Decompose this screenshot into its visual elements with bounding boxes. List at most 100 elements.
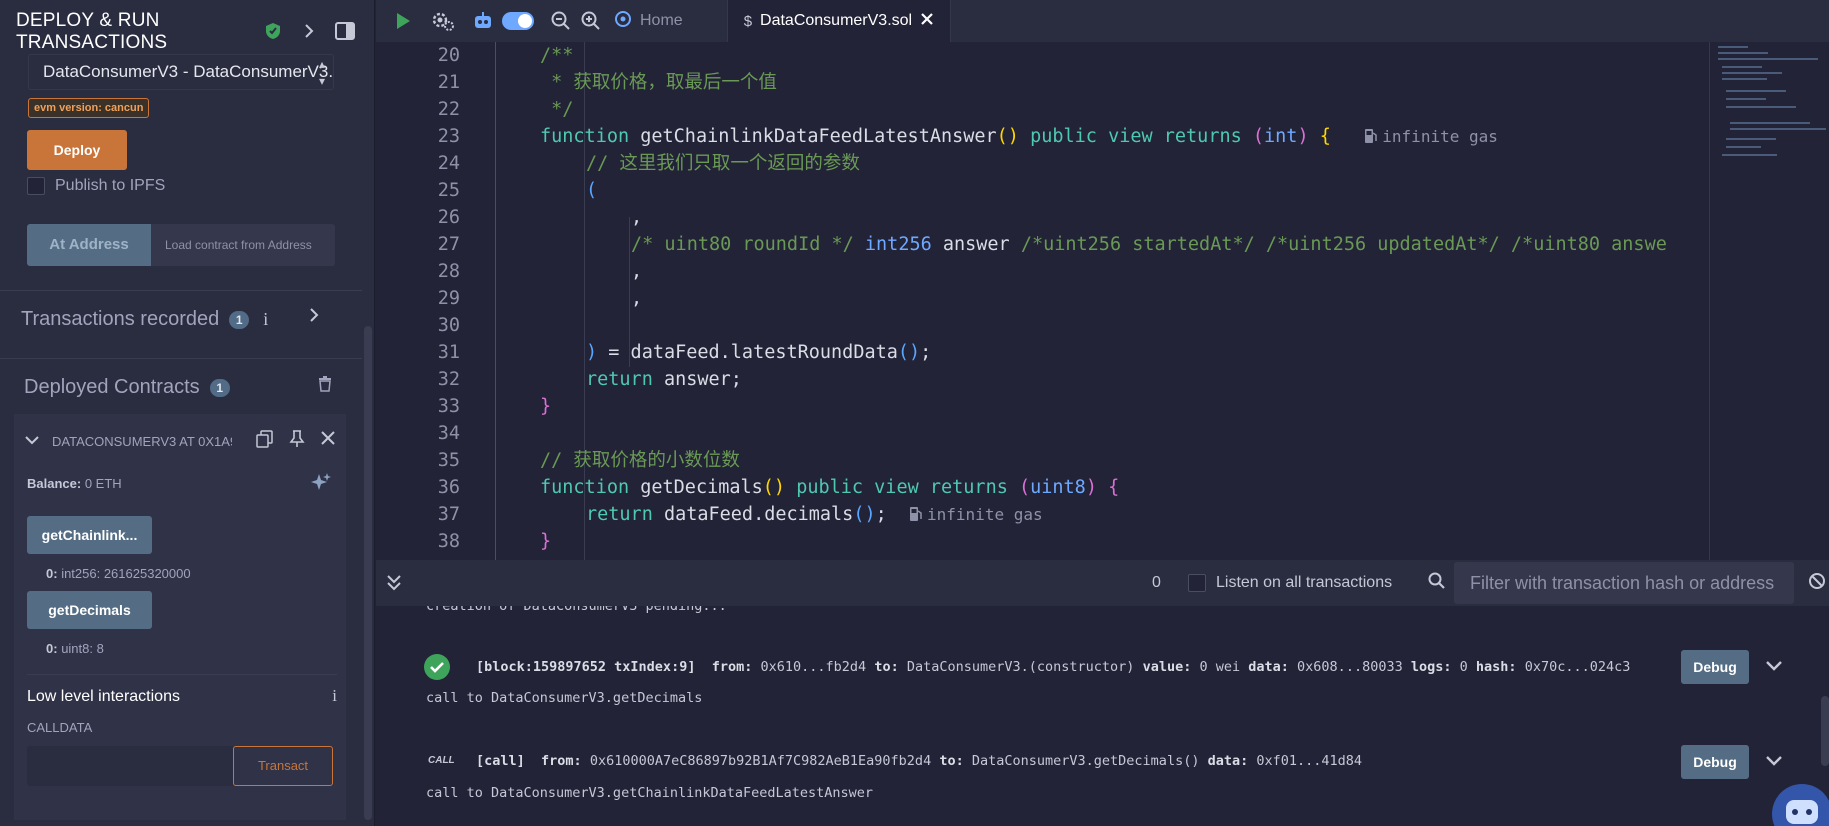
code-line: 30	[376, 312, 1709, 339]
to-label: to:	[874, 659, 899, 675]
code-line: 38}	[376, 528, 1709, 555]
tx-logs: 0	[1459, 659, 1468, 675]
line-number: 21	[437, 72, 460, 93]
ai-toggle-switch[interactable]	[502, 12, 534, 30]
tab-dataconsumer-sol[interactable]: $ DataConsumerV3.sol	[726, 0, 952, 42]
bracket: {	[1319, 126, 1331, 147]
code-line: 29,	[376, 285, 1709, 312]
robot-icon[interactable]	[470, 8, 496, 34]
publish-ipfs-label: Publish to IPFS	[55, 177, 166, 194]
gas-text: infinite gas	[927, 505, 1043, 524]
publish-ipfs-option[interactable]: Publish to IPFS	[27, 177, 165, 195]
calldata-label: CALLDATA	[27, 720, 93, 735]
minimap-line	[1726, 90, 1786, 92]
gas-pump-icon	[1365, 129, 1378, 143]
deployed-contract-instance: DATACONSUMERV3 AT 0X1A9... Balance: 0 ET…	[14, 414, 346, 820]
chevron-right-icon[interactable]	[308, 306, 320, 329]
collapse-terminal-icon[interactable]	[386, 574, 402, 597]
balance-label: Balance:	[27, 476, 82, 491]
publish-ipfs-checkbox[interactable]	[27, 177, 45, 195]
transact-button[interactable]: Transact	[233, 746, 333, 786]
instance-balance: Balance: 0 ETH	[27, 476, 122, 491]
call-from: 0x610000A7eC86897b92B1Af7C982AeB1Ea90fb2…	[589, 753, 932, 769]
toggle-panel-icon[interactable]	[334, 20, 356, 42]
line-number: 25	[437, 180, 460, 201]
pin-icon[interactable]	[288, 430, 306, 451]
terminal-scrollbar[interactable]	[1821, 696, 1829, 766]
gas-pump-icon	[910, 507, 922, 521]
comment: /* uint80 roundId */	[631, 234, 854, 255]
comment: /*uint256 startedAt*/ /*uint256 updatedA…	[1020, 234, 1667, 255]
run-icon[interactable]	[390, 8, 416, 34]
zoom-in-icon[interactable]	[578, 8, 604, 34]
bracket: ()	[996, 126, 1019, 147]
listen-all-checkbox[interactable]	[1188, 574, 1206, 592]
function-name: getChainlinkDataFeedLatestAnswer	[640, 126, 997, 147]
instance-header[interactable]: DATACONSUMERV3 AT 0X1A9...	[24, 430, 344, 452]
transactions-recorded-header[interactable]: Transactions recorded 1 i	[21, 308, 321, 331]
low-level-interactions: Low level interactions i	[27, 686, 337, 706]
code-line: 26,	[376, 204, 1709, 231]
tx-filter-input[interactable]: Filter with transaction hash or address	[1454, 562, 1794, 604]
minimap-line	[1730, 128, 1826, 130]
ai-assistant-avatar-icon[interactable]	[1772, 784, 1829, 826]
select-arrows-icon: ▴ ▾	[318, 57, 325, 88]
chevron-right-icon[interactable]	[298, 20, 320, 42]
chevron-down-icon[interactable]	[1764, 658, 1784, 677]
code-editor[interactable]: 20 /** 21 * 获取价格，取最后一个值 22 */ 23 function …	[376, 42, 1709, 560]
calldata-input[interactable]	[27, 746, 233, 786]
tx-value: 0 wei	[1199, 659, 1241, 675]
at-address-button[interactable]: At Address	[27, 224, 151, 266]
info-icon[interactable]: i	[332, 686, 337, 706]
call-log-line[interactable]: [call] from: 0x610000A7eC86897b92B1Af7C9…	[476, 753, 1362, 769]
code-text: function getChainlinkDataFeedLatestAnswe…	[540, 123, 1498, 150]
bracket: )	[1085, 477, 1097, 498]
tab-home[interactable]: Home	[614, 0, 683, 42]
function-button-getdecimals[interactable]: getDecimals	[27, 591, 152, 629]
code-minimap[interactable]	[1709, 42, 1829, 560]
low-level-label: Low level interactions	[27, 688, 180, 705]
listen-all-option[interactable]: Listen on all transactions	[1188, 574, 1392, 592]
close-icon[interactable]	[320, 430, 336, 451]
settings-gear-icon[interactable]	[430, 8, 456, 34]
contract-select[interactable]: DataConsumerV3 - DataConsumerV3.sol ▴ ▾	[28, 54, 334, 90]
zoom-out-icon[interactable]	[548, 8, 574, 34]
gas-hint: infinite gas	[909, 505, 1043, 524]
tx-log-line[interactable]: [block:159897652 txIndex:9] from: 0x610.…	[476, 659, 1630, 675]
deploy-button[interactable]: Deploy	[27, 130, 127, 170]
code-text: ) = dataFeed.latestRoundData();	[586, 342, 932, 363]
shield-icon[interactable]	[262, 20, 284, 42]
sparkle-icon[interactable]	[310, 472, 332, 499]
solidity-file-icon: $	[743, 12, 753, 30]
search-icon[interactable]	[1428, 572, 1446, 595]
line-number: 31	[437, 342, 460, 363]
minimap-line	[1726, 98, 1766, 100]
minimap-line	[1722, 66, 1762, 68]
code-line: 32 return answer;	[376, 366, 1709, 393]
code-line: 20 /**	[376, 42, 1709, 69]
gas-hint: infinite gas	[1364, 127, 1498, 146]
keyword: public	[1030, 126, 1097, 147]
clear-terminal-icon[interactable]	[1808, 572, 1826, 595]
trash-icon[interactable]	[318, 375, 332, 398]
line-number: 24	[437, 153, 460, 174]
code-line: 21 * 获取价格，取最后一个值	[376, 69, 1709, 96]
chevron-down-icon[interactable]	[24, 434, 40, 449]
output-index: 0:	[46, 641, 58, 656]
function-button-getchainlink[interactable]: getChainlink...	[27, 516, 152, 554]
info-icon[interactable]: i	[263, 309, 268, 330]
divider	[27, 674, 337, 675]
chevron-down-icon[interactable]	[1764, 753, 1784, 772]
copy-icon[interactable]	[256, 430, 274, 451]
keyword: view	[874, 477, 919, 498]
sidebar-scrollbar[interactable]	[364, 326, 372, 820]
code-text: /**	[540, 45, 574, 66]
debug-button[interactable]: Debug	[1681, 650, 1749, 684]
code-text: // 获取价格的小数位数	[540, 450, 740, 471]
debug-button[interactable]: Debug	[1681, 745, 1749, 779]
load-contract-input[interactable]: Load contract from Address	[151, 224, 335, 266]
bracket: (	[1252, 126, 1265, 147]
code-text: * 获取价格，取最后一个值	[540, 72, 777, 93]
line-number: 38	[437, 531, 460, 552]
close-tab-icon[interactable]	[920, 12, 934, 31]
